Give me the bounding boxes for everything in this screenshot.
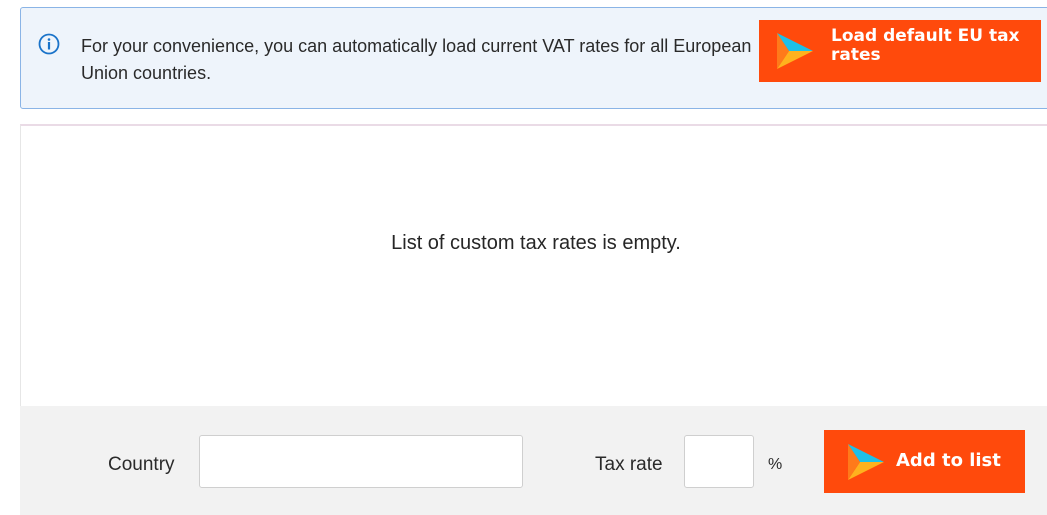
percent-symbol: % <box>768 456 783 473</box>
load-default-eu-tax-rates-button[interactable]: Load default EU tax rates <box>759 20 1041 82</box>
info-icon <box>38 33 60 55</box>
country-input[interactable] <box>199 435 523 488</box>
add-tax-rate-form: Country Tax rate % Add to list <box>20 406 1047 515</box>
empty-list-message: List of custom tax rates is empty. <box>391 232 681 254</box>
add-to-list-button[interactable]: Add to list <box>824 430 1025 493</box>
arrow-logo-icon <box>848 444 884 480</box>
info-message: For your convenience, you can automatica… <box>81 36 752 83</box>
tax-rates-list: List of custom tax rates is empty. <box>20 124 1047 406</box>
add-button-label: Add to list <box>896 450 1001 471</box>
info-banner: For your convenience, you can automatica… <box>20 7 1047 109</box>
tax-rate-label: Tax rate <box>595 454 663 475</box>
arrow-logo-icon <box>777 33 813 69</box>
country-label: Country <box>108 454 175 475</box>
tax-rate-input[interactable] <box>684 435 754 488</box>
load-button-label: Load default EU tax rates <box>831 26 1020 65</box>
